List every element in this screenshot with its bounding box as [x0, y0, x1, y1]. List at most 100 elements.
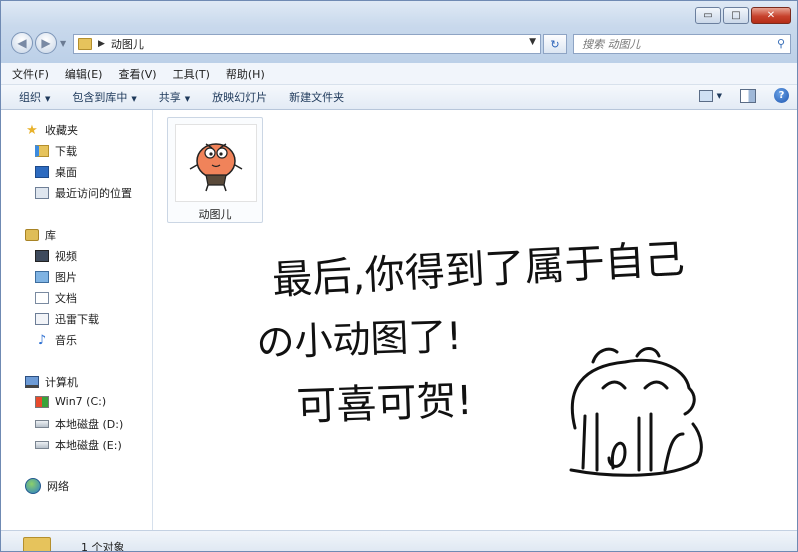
file-thumbnail	[175, 124, 257, 202]
overlay-line-2: の小动图了!	[256, 314, 463, 365]
change-view-icon[interactable]	[698, 89, 713, 102]
overlay-line-3: 可喜可贺!	[296, 378, 474, 430]
search-box[interactable]: ⚲	[573, 34, 791, 54]
music-note-icon: ♪	[37, 332, 47, 348]
menu-help[interactable]: 帮助(H)	[221, 66, 270, 82]
nav-item-music[interactable]: ♪ 音乐	[35, 332, 77, 348]
nav-libraries-label: 库	[45, 229, 56, 242]
include-in-library-label: 包含到库中	[72, 91, 128, 104]
nav-item-pictures[interactable]: 图片	[35, 269, 77, 285]
menu-tools[interactable]: 工具(T)	[168, 66, 215, 82]
preview-pane-icon[interactable]	[740, 88, 756, 103]
navigation-pane: ★ 收藏夹 下载 桌面 最近访问的位置 库 视频 图片 文档 迅雷下载 ♪ 音乐…	[1, 110, 153, 530]
video-icon	[35, 250, 49, 262]
help-icon[interactable]: ?	[774, 88, 789, 103]
nav-favorites[interactable]: ★ 收藏夹	[25, 122, 78, 138]
view-controls: ▼ ?	[698, 88, 789, 103]
address-bar[interactable]: ▶ 动图儿 ▼	[73, 34, 541, 54]
nav-item-label: 本地磁盘 (E:)	[55, 439, 122, 452]
xunlei-download-icon	[35, 313, 49, 325]
include-in-library-button[interactable]: 包含到库中 ▼	[68, 89, 140, 105]
back-button[interactable]: ◀	[11, 32, 33, 54]
nav-item-label: Win7 (C:)	[55, 395, 107, 408]
file-name: 动图儿	[198, 208, 232, 221]
search-icon[interactable]: ⚲	[777, 37, 785, 50]
doodle-mascot-icon	[569, 347, 703, 477]
picture-icon	[35, 271, 49, 283]
recent-places-icon	[35, 187, 49, 199]
nav-item-videos[interactable]: 视频	[35, 248, 77, 264]
status-bar: 1 个对象	[1, 530, 797, 552]
nav-item-label: 桌面	[55, 166, 77, 179]
menu-bar: 文件(F) 编辑(E) 查看(V) 工具(T) 帮助(H)	[1, 63, 797, 85]
slideshow-button[interactable]: 放映幻灯片	[208, 89, 271, 105]
title-bar: ▭ □ ✕ ◀ ▶ ▼ ▶ 动图儿 ▼ ↻ ⚲	[1, 1, 797, 63]
nav-network[interactable]: 网络	[25, 478, 69, 494]
caption-buttons: ▭ □ ✕	[693, 7, 791, 24]
nav-item-recent-places[interactable]: 最近访问的位置	[35, 185, 132, 201]
system-drive-icon	[35, 395, 49, 408]
nav-item-desktop[interactable]: 桌面	[35, 164, 77, 180]
cartoon-thumbnail-icon	[189, 143, 243, 192]
minimize-button[interactable]: ▭	[695, 7, 721, 24]
chevron-down-icon: ▼	[184, 95, 191, 103]
forward-button[interactable]: ▶	[35, 32, 57, 54]
search-input[interactable]	[580, 36, 774, 52]
nav-buttons: ◀ ▶ ▼	[11, 32, 66, 54]
nav-item-label: 图片	[55, 271, 77, 284]
nav-item-label: 最近访问的位置	[55, 187, 132, 200]
desktop-icon	[35, 166, 49, 178]
recent-pages-dropdown[interactable]: ▼	[60, 39, 66, 48]
address-dropdown-icon[interactable]: ▼	[529, 37, 536, 47]
file-item[interactable]: 动图儿	[167, 117, 263, 223]
nav-item-xunlei-downloads[interactable]: 迅雷下载	[35, 311, 99, 327]
nav-item-label: 文档	[55, 292, 77, 305]
nav-network-label: 网络	[47, 480, 69, 493]
hard-disk-icon	[35, 441, 49, 449]
status-text: 1 个对象	[81, 541, 125, 552]
back-arrow-icon: ◀	[17, 36, 27, 50]
folder-icon	[78, 38, 92, 50]
folder-icon	[23, 537, 51, 551]
nav-libraries[interactable]: 库	[25, 227, 56, 243]
chevron-down-icon: ▼	[131, 95, 137, 103]
menu-edit[interactable]: 编辑(E)	[60, 66, 108, 82]
maximize-button[interactable]: □	[723, 7, 749, 24]
overlay-line-1: 最后,你得到了属于自己	[271, 238, 686, 304]
document-icon	[35, 292, 49, 304]
organize-label: 组织	[19, 91, 41, 104]
nav-item-drive-d[interactable]: 本地磁盘 (D:)	[35, 416, 123, 432]
chevron-right-icon[interactable]: ▶	[98, 39, 105, 49]
star-icon: ★	[26, 122, 38, 138]
nav-item-label: 迅雷下载	[55, 313, 99, 326]
nav-item-documents[interactable]: 文档	[35, 290, 77, 306]
share-button[interactable]: 共享 ▼	[155, 89, 194, 105]
explorer-window: ▭ □ ✕ ◀ ▶ ▼ ▶ 动图儿 ▼ ↻ ⚲ 文件(F) 编辑(E) 查看(V…	[0, 0, 798, 552]
organize-button[interactable]: 组织 ▼	[15, 89, 54, 105]
hard-disk-icon	[35, 420, 49, 428]
library-icon	[25, 229, 39, 241]
nav-item-drive-c[interactable]: Win7 (C:)	[35, 395, 106, 408]
menu-view[interactable]: 查看(V)	[113, 66, 161, 82]
nav-favorites-label: 收藏夹	[45, 124, 78, 137]
nav-item-drive-e[interactable]: 本地磁盘 (E:)	[35, 437, 122, 453]
download-folder-icon	[35, 145, 49, 157]
nav-item-label: 下载	[55, 145, 77, 158]
nav-computer[interactable]: 计算机	[25, 374, 78, 390]
refresh-button[interactable]: ↻	[543, 34, 567, 54]
nav-item-label: 音乐	[55, 334, 77, 347]
network-icon	[25, 478, 41, 494]
share-label: 共享	[158, 91, 181, 104]
close-button[interactable]: ✕	[751, 7, 791, 24]
file-list[interactable]: 动图儿 最后,你得到了属于自己 の小动图了! 可喜可贺!	[153, 110, 797, 530]
new-folder-button[interactable]: 新建文件夹	[285, 89, 348, 105]
menu-file[interactable]: 文件(F)	[7, 66, 54, 82]
handwritten-overlay: 最后,你得到了属于自己 の小动图了! 可喜可贺!	[256, 238, 703, 477]
nav-item-downloads[interactable]: 下载	[35, 143, 77, 159]
chevron-down-icon: ▼	[45, 95, 51, 103]
view-dropdown-icon[interactable]: ▼	[717, 92, 722, 100]
forward-arrow-icon: ▶	[41, 36, 51, 50]
address-path[interactable]: 动图儿	[111, 36, 144, 52]
computer-icon	[25, 376, 39, 388]
command-bar: 组织 ▼ 包含到库中 ▼ 共享 ▼ 放映幻灯片 新建文件夹 ▼ ?	[1, 85, 797, 110]
